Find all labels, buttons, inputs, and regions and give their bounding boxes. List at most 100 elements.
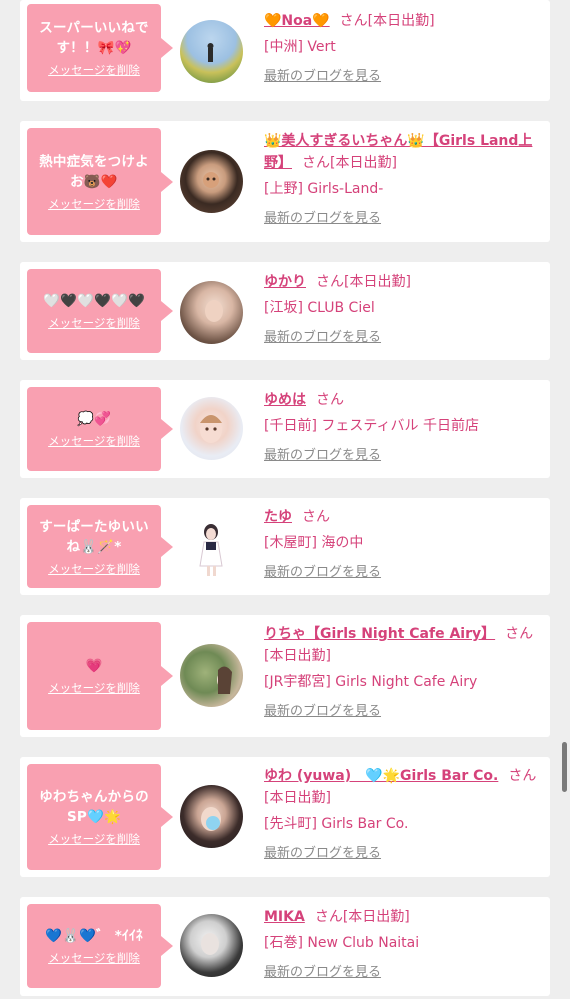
message-card: スーパーいいねです！！🎀💖 メッセージを削除 🧡Noa🧡 さん[本日出勤] [中洲…: [20, 0, 550, 101]
delete-message-link[interactable]: メッセージを削除: [48, 561, 140, 577]
avatar-image: [199, 524, 223, 576]
shop-name: [中洲] Vert: [264, 39, 336, 55]
latest-blog-link[interactable]: 最新のブログを見る: [264, 701, 381, 723]
profile-info: ゆめは さん [千日前] フェスティバル 千日前店 最新のブログを見る: [264, 389, 540, 467]
avatar-image: [217, 666, 232, 694]
honorific: さん: [508, 768, 537, 784]
latest-blog-link[interactable]: 最新のブログを見る: [264, 445, 381, 467]
honorific: さん: [316, 274, 344, 290]
name-row: ゆわ (yuwa) 🩵🌟Girls Bar Co. さん [本日出勤]: [264, 765, 540, 809]
message-text: ゆわちゃんからのSP🩵🌟: [39, 789, 149, 825]
message-bubble: ゆわちゃんからのSP🩵🌟 メッセージを削除: [27, 764, 173, 870]
honorific: さん: [339, 13, 368, 29]
avatar-image: [201, 933, 219, 955]
latest-blog-link[interactable]: 最新のブログを見る: [264, 327, 381, 349]
working-badge: [本日出勤]: [264, 648, 331, 664]
delete-message-link[interactable]: メッセージを削除: [48, 433, 140, 449]
avatar[interactable]: [180, 281, 243, 344]
delete-message-link[interactable]: メッセージを削除: [48, 315, 140, 331]
shop-name: [上野] Girls-Land-: [264, 181, 384, 197]
working-badge: [本日出勤]: [330, 155, 397, 171]
honorific: さん: [316, 392, 344, 408]
name-row: 👑美人すぎるいちゃん👑【Girls Land上野】 さん[本日出勤]: [264, 130, 540, 174]
avatar[interactable]: [180, 20, 243, 83]
scrollbar-thumb[interactable]: [562, 742, 567, 792]
working-badge: [本日出勤]: [264, 790, 331, 806]
honorific: さん: [314, 909, 343, 925]
cast-name-link[interactable]: たゆ: [264, 509, 292, 525]
shop-name: [江坂] CLUB Ciel: [264, 300, 375, 316]
cast-name-link[interactable]: ゆめは: [264, 392, 306, 408]
profile-info: MIKA さん[本日出勤] [石巻] New Club Naitai 最新のブログ…: [264, 906, 540, 984]
profile-info: りちゃ【Girls Night Cafe Airy】 さん [本日出勤] [JR宇都…: [264, 623, 540, 723]
avatar[interactable]: [180, 644, 243, 707]
profile-info: たゆ さん [木屋町] 海の中 最新のブログを見る: [264, 506, 540, 584]
message-bubble: 💙🐰💙゛ *ｲｲﾈ メッセージを削除: [27, 904, 173, 988]
message-card: ゆわちゃんからのSP🩵🌟 メッセージを削除 ゆわ (yuwa) 🩵🌟Girls …: [20, 757, 550, 877]
shop-name: [JR宇都宮] Girls Night Cafe Airy: [264, 674, 478, 690]
name-row: 🧡Noa🧡 さん[本日出勤]: [264, 10, 540, 32]
delete-message-link[interactable]: メッセージを削除: [48, 831, 140, 847]
honorific: さん: [302, 509, 330, 525]
message-text: すーぱーたゆいいね🐰🪄*: [39, 518, 149, 555]
cast-name-link[interactable]: ゆわ (yuwa) 🩵🌟Girls Bar Co.: [264, 768, 498, 784]
name-row: りちゃ【Girls Night Cafe Airy】 さん [本日出勤]: [264, 623, 540, 667]
latest-blog-link[interactable]: 最新のブログを見る: [264, 562, 381, 584]
message-text: スーパーいいねです！！🎀💖: [39, 20, 149, 56]
avatar[interactable]: [180, 516, 243, 579]
message-card: 💙🐰💙゛ *ｲｲﾈ メッセージを削除 MIKA さん[本日出勤] [石巻] New…: [20, 897, 550, 996]
message-card: 💭💞 メッセージを削除 ゆめは さん [千日前] フェスティバル 千日前店 最新の…: [20, 380, 550, 478]
message-bubble: 🤍🖤🤍🖤🤍🖤 メッセージを削除: [27, 269, 173, 353]
working-badge: [本日出勤]: [344, 274, 411, 290]
message-card: 🤍🖤🤍🖤🤍🖤 メッセージを削除 ゆかり さん[本日出勤] [江坂] CLUB Ci…: [20, 262, 550, 360]
delete-message-link[interactable]: メッセージを削除: [48, 950, 140, 966]
message-bubble: 熱中症気をつけよお🐻❤️ メッセージを削除: [27, 128, 173, 235]
avatar[interactable]: [180, 785, 243, 848]
profile-info: ゆかり さん[本日出勤] [江坂] CLUB Ciel 最新のブログを見る: [264, 271, 540, 349]
message-text: 💭💞: [76, 411, 112, 427]
delete-message-link[interactable]: メッセージを削除: [48, 196, 140, 212]
message-text: 熱中症気をつけよお🐻❤️: [39, 153, 149, 190]
message-card: 💗 メッセージを削除 りちゃ【Girls Night Cafe Airy】 さん […: [20, 615, 550, 737]
avatar[interactable]: [180, 150, 243, 213]
message-card: 熱中症気をつけよお🐻❤️ メッセージを削除 👑美人すぎるいちゃん👑【Girls …: [20, 121, 550, 242]
cast-name-link[interactable]: ゆかり: [264, 274, 306, 290]
name-row: ゆめは さん: [264, 389, 540, 411]
cast-name-link[interactable]: りちゃ【Girls Night Cafe Airy】: [264, 626, 495, 642]
avatar-image: [203, 172, 219, 188]
shop-name: [先斗町] Girls Bar Co.: [264, 816, 409, 832]
delete-message-link[interactable]: メッセージを削除: [48, 680, 140, 696]
honorific: さん: [505, 626, 534, 642]
message-bubble: 💭💞 メッセージを削除: [27, 387, 173, 471]
message-text: 💗: [85, 658, 103, 674]
latest-blog-link[interactable]: 最新のブログを見る: [264, 208, 381, 230]
avatar-image: [207, 43, 214, 62]
name-row: ゆかり さん[本日出勤]: [264, 271, 540, 293]
cast-name-link[interactable]: 🧡Noa🧡: [264, 13, 330, 29]
avatar-image: [201, 807, 221, 831]
delete-message-link[interactable]: メッセージを削除: [48, 62, 140, 78]
latest-blog-link[interactable]: 最新のブログを見る: [264, 66, 381, 88]
message-text: 🤍🖤🤍🖤🤍🖤: [42, 293, 146, 309]
message-bubble: すーぱーたゆいいね🐰🪄* メッセージを削除: [27, 505, 173, 588]
message-card: すーぱーたゆいいね🐰🪄* メッセージを削除 たゆ さん [木屋町] 海の中 最新の…: [20, 498, 550, 595]
name-row: MIKA さん[本日出勤]: [264, 906, 540, 928]
shop-name: [木屋町] 海の中: [264, 535, 364, 551]
avatar[interactable]: [180, 914, 243, 977]
honorific: さん: [302, 155, 330, 171]
latest-blog-link[interactable]: 最新のブログを見る: [264, 843, 381, 865]
avatar[interactable]: [180, 397, 243, 460]
name-row: たゆ さん: [264, 506, 540, 528]
message-text: 💙🐰💙゛ *ｲｲﾈ: [45, 928, 143, 944]
avatar-image: [200, 415, 222, 443]
message-bubble: 💗 メッセージを削除: [27, 622, 173, 730]
avatar-image: [205, 300, 223, 322]
cast-name-link[interactable]: MIKA: [264, 909, 305, 925]
message-bubble: スーパーいいねです！！🎀💖 メッセージを削除: [27, 4, 173, 92]
profile-info: ゆわ (yuwa) 🩵🌟Girls Bar Co. さん [本日出勤] [先斗町] …: [264, 765, 540, 865]
working-badge: [本日出勤]: [342, 909, 410, 925]
working-badge: [本日出勤]: [367, 13, 435, 29]
profile-info: 🧡Noa🧡 さん[本日出勤] [中洲] Vert 最新のブログを見る: [264, 10, 540, 88]
latest-blog-link[interactable]: 最新のブログを見る: [264, 962, 381, 984]
profile-info: 👑美人すぎるいちゃん👑【Girls Land上野】 さん[本日出勤] [上野] G…: [264, 130, 540, 230]
